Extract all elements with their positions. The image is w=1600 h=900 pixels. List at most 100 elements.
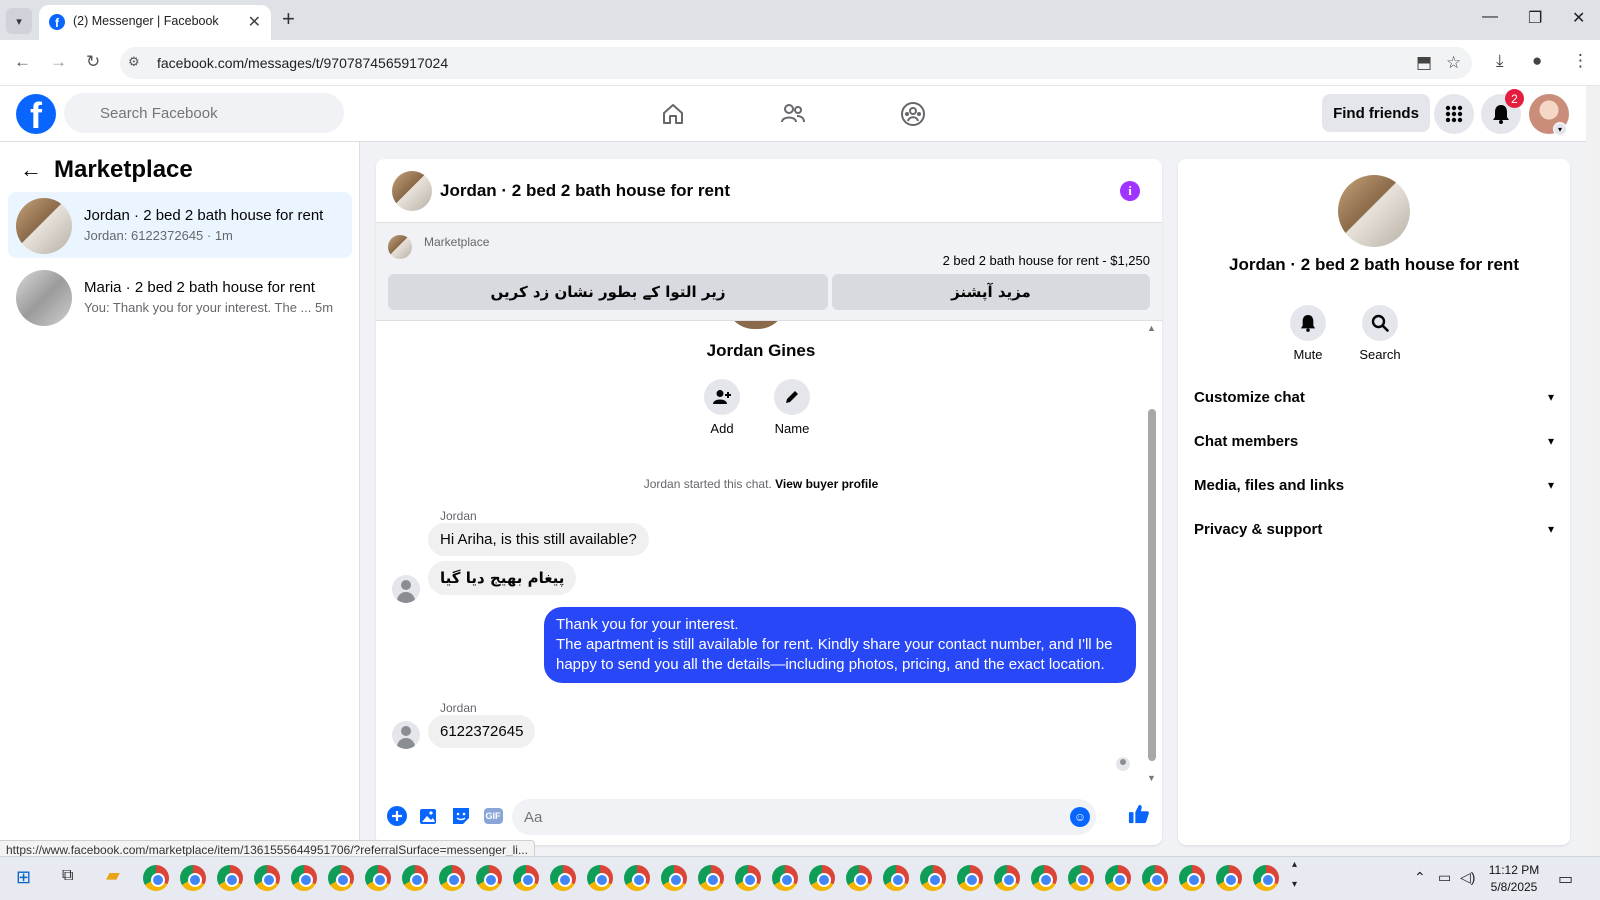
magnifier-icon[interactable] <box>1362 305 1398 341</box>
photo-gallery-icon[interactable] <box>418 805 440 827</box>
privacy-support-section[interactable]: Privacy & support ▾ <box>1194 515 1554 543</box>
mark-pending-button[interactable]: زیر التوا کے بطور نشان زد کریں <box>388 274 828 310</box>
chrome-taskbar-icon[interactable] <box>1031 865 1057 891</box>
install-app-icon[interactable]: ⬒ <box>1416 53 1432 73</box>
outgoing-message[interactable]: Thank you for your interest. The apartme… <box>544 607 1136 683</box>
reload-icon[interactable]: ↻ <box>86 52 100 72</box>
chrome-taskbar-icon[interactable] <box>476 865 502 891</box>
sticker-icon[interactable] <box>450 805 472 827</box>
chat-members-section[interactable]: Chat members ▾ <box>1194 427 1554 455</box>
view-buyer-profile-link[interactable]: View buyer profile <box>775 477 878 491</box>
more-options-button[interactable]: مزید آپشنز <box>832 274 1150 310</box>
chrome-taskbar-icon[interactable] <box>1068 865 1094 891</box>
mute-action[interactable]: Mute <box>1278 305 1338 362</box>
chrome-taskbar-icon[interactable] <box>143 865 169 891</box>
chrome-taskbar-icon[interactable] <box>624 865 650 891</box>
chrome-taskbar-icon[interactable] <box>439 865 465 891</box>
chrome-taskbar-icon[interactable] <box>1105 865 1131 891</box>
back-arrow-icon[interactable]: ← <box>20 157 42 183</box>
chrome-taskbar-icon[interactable] <box>661 865 687 891</box>
notification-center-icon[interactable]: ▭ <box>1558 869 1573 889</box>
tab-close-icon[interactable]: ✕ <box>248 12 261 32</box>
incoming-message[interactable]: Hi Ariha, is this still available? <box>428 523 649 556</box>
chat-avatar[interactable] <box>392 171 432 211</box>
sender-avatar[interactable] <box>392 721 420 749</box>
address-bar[interactable]: ⚙ facebook.com/messages/t/97078745659170… <box>120 47 1472 79</box>
facebook-search-input[interactable] <box>64 93 344 133</box>
customize-chat-section[interactable]: Customize chat ▾ <box>1194 383 1554 411</box>
windows-start-icon[interactable]: ⊞ <box>16 867 31 888</box>
chrome-taskbar-icon[interactable] <box>1142 865 1168 891</box>
chrome-taskbar-icon[interactable] <box>920 865 946 891</box>
chrome-taskbar-icon[interactable] <box>402 865 428 891</box>
add-person-icon[interactable] <box>704 379 740 415</box>
volume-icon[interactable]: ◁) <box>1460 869 1475 886</box>
search-action[interactable]: Search <box>1350 305 1410 362</box>
back-arrow-icon[interactable]: ← <box>14 52 31 72</box>
task-view-icon[interactable]: ⧉ <box>62 867 73 885</box>
scroll-up-arrow-icon[interactable]: ▲ <box>1147 323 1156 333</box>
minimize-icon[interactable]: — <box>1482 8 1498 26</box>
tray-overflow-chevron-icon[interactable]: ⌃ <box>1414 869 1426 886</box>
chrome-taskbar-icon[interactable] <box>1179 865 1205 891</box>
chrome-taskbar-icon[interactable] <box>513 865 539 891</box>
new-tab-icon[interactable]: + <box>282 6 295 32</box>
scrollbar-thumb[interactable] <box>1148 409 1156 761</box>
network-icon[interactable]: ▭ <box>1438 869 1451 886</box>
add-action[interactable]: Add <box>692 379 752 436</box>
account-chevron-down-icon[interactable]: ▾ <box>1553 122 1567 136</box>
chrome-taskbar-icon[interactable] <box>735 865 761 891</box>
find-friends-button[interactable]: Find friends <box>1322 94 1430 132</box>
chat-title[interactable]: Jordan · 2 bed 2 bath house for rent <box>440 181 730 201</box>
listing-price-text[interactable]: 2 bed 2 bath house for rent - $1,250 <box>943 253 1150 268</box>
restore-icon[interactable]: ❐ <box>1528 8 1542 28</box>
chrome-taskbar-icon[interactable] <box>291 865 317 891</box>
chrome-taskbar-icon[interactable] <box>365 865 391 891</box>
chrome-taskbar-icon[interactable] <box>994 865 1020 891</box>
chrome-taskbar-icon[interactable] <box>587 865 613 891</box>
bookmark-star-icon[interactable]: ☆ <box>1446 53 1461 73</box>
chrome-taskbar-icon[interactable] <box>698 865 724 891</box>
name-action[interactable]: Name <box>762 379 822 436</box>
chrome-taskbar-icon[interactable] <box>217 865 243 891</box>
chrome-taskbar-icon[interactable] <box>180 865 206 891</box>
file-explorer-icon[interactable]: ▰ <box>106 865 120 886</box>
chrome-taskbar-icon[interactable] <box>809 865 835 891</box>
menu-grid-icon[interactable] <box>1434 94 1474 134</box>
window-close-icon[interactable]: ✕ <box>1572 8 1585 28</box>
taskbar-scroll-up-icon[interactable]: ▴ <box>1292 859 1297 870</box>
home-nav-icon[interactable] <box>653 98 693 130</box>
bell-icon[interactable] <box>1290 305 1326 341</box>
thumbs-up-icon[interactable] <box>1128 803 1150 825</box>
scroll-down-arrow-icon[interactable]: ▼ <box>1147 773 1156 783</box>
chrome-taskbar-icon[interactable] <box>772 865 798 891</box>
chrome-profile-icon[interactable]: ● <box>1532 51 1542 71</box>
emoji-icon[interactable]: ☺ <box>1070 807 1090 827</box>
site-settings-icon[interactable]: ⚙ <box>128 54 146 72</box>
conversation-item-maria[interactable]: Maria · 2 bed 2 bath house for rent You:… <box>8 264 352 330</box>
conversation-info-icon[interactable]: i <box>1120 181 1140 201</box>
media-files-links-section[interactable]: Media, files and links ▾ <box>1194 471 1554 499</box>
forward-arrow-icon[interactable]: → <box>50 52 67 72</box>
tab-search-menu-button[interactable]: ▾ <box>6 8 32 34</box>
chrome-taskbar-icon[interactable] <box>328 865 354 891</box>
chrome-taskbar-icon[interactable] <box>957 865 983 891</box>
taskbar-scroll-down-icon[interactable]: ▾ <box>1292 879 1297 890</box>
chrome-menu-icon[interactable]: ⋮ <box>1572 51 1589 71</box>
listing-avatar[interactable] <box>1338 175 1410 247</box>
plus-circle-icon[interactable] <box>386 805 408 827</box>
gif-icon[interactable]: GIF <box>482 805 504 827</box>
chrome-taskbar-icon[interactable] <box>1216 865 1242 891</box>
chrome-taskbar-icon[interactable] <box>883 865 909 891</box>
incoming-message[interactable]: پیغام بھیج دیا گیا <box>428 561 577 595</box>
incoming-message[interactable]: 6122372645 <box>428 715 536 748</box>
taskbar-clock[interactable]: 11:12 PM 5/8/2025 <box>1478 862 1550 896</box>
chrome-taskbar-icon[interactable] <box>254 865 280 891</box>
chrome-taskbar-icon[interactable] <box>550 865 576 891</box>
chrome-taskbar-icon[interactable] <box>846 865 872 891</box>
message-input[interactable] <box>512 799 1096 835</box>
groups-nav-icon[interactable] <box>893 98 933 130</box>
facebook-logo-icon[interactable]: f <box>16 94 56 134</box>
chrome-taskbar-icon[interactable] <box>1253 865 1279 891</box>
pencil-icon[interactable] <box>774 379 810 415</box>
